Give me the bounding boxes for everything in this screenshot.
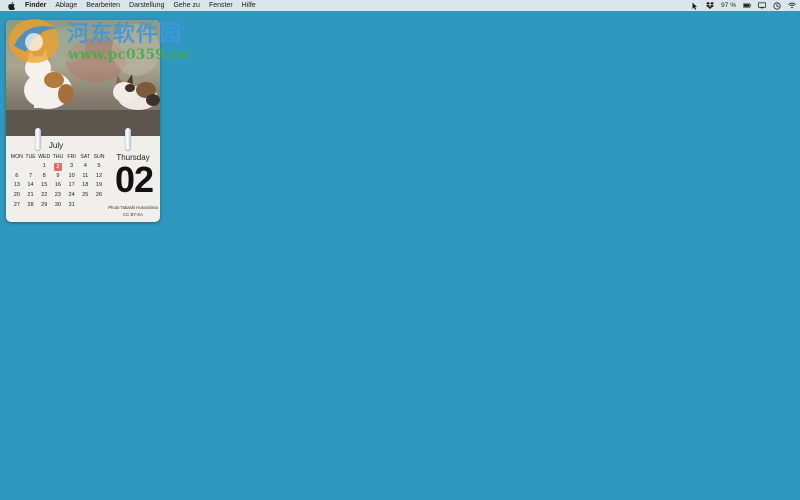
day-cell: 1 — [42, 163, 46, 169]
photo-credit-license: CC BY-SA — [123, 212, 143, 217]
day-cell: 29 — [41, 201, 48, 208]
weekday-label: FRI — [67, 154, 76, 160]
week-row: 13 14 15 16 17 18 19 — [10, 181, 107, 191]
menu-ablage[interactable]: Ablage — [55, 0, 77, 11]
day-cell — [78, 201, 92, 211]
day-cell: 12 — [95, 172, 103, 179]
weekday-label: MON — [10, 154, 23, 160]
day-cell: 9 — [56, 172, 60, 179]
day-cell: 14 — [27, 182, 34, 189]
day-cell: 31 — [68, 201, 75, 208]
menu-fenster[interactable]: Fenster — [209, 0, 233, 11]
calendar-widget[interactable]: July MON TUE WED THU FRI SAT SUN 1 2 3 4… — [6, 20, 160, 222]
cat-photo — [6, 20, 160, 136]
menu-bar: Finder Ablage Bearbeiten Darstellung Geh… — [0, 0, 800, 11]
photo-credit-author: Photo Takashi Hososhima — [108, 205, 158, 210]
battery-icon[interactable] — [743, 2, 751, 10]
day-cell: 7 — [28, 172, 33, 179]
day-cell: 25 — [82, 192, 89, 199]
day-cell: 20 — [13, 192, 20, 199]
battery-percentage: 97 % — [721, 2, 736, 9]
month-title: July — [48, 141, 64, 150]
weekday-label: WED — [38, 154, 51, 160]
day-cell: 5 — [97, 163, 101, 169]
today-cell: 2 — [54, 162, 62, 172]
menu-app-finder[interactable]: Finder — [25, 0, 46, 11]
month-grid: MON TUE WED THU FRI SAT SUN 1 2 3 4 5 6 … — [10, 153, 107, 210]
day-cell: 27 — [13, 201, 20, 208]
day-cell: 26 — [95, 192, 103, 199]
week-row: 1 2 3 4 5 — [10, 162, 107, 172]
photo-credit: Photo Takashi Hososhima CC BY-SA — [106, 204, 160, 218]
menu-bearbeiten[interactable]: Bearbeiten — [86, 0, 120, 11]
day-cell: 28 — [27, 201, 34, 208]
day-cell: 18 — [82, 182, 89, 189]
day-cell: 15 — [41, 182, 48, 189]
weekday-label: SAT — [80, 154, 91, 160]
day-cell: 21 — [27, 192, 34, 199]
day-cell: 6 — [15, 172, 19, 179]
day-cell: 23 — [54, 192, 62, 199]
current-day-number: 02 — [114, 159, 154, 200]
display-icon[interactable] — [758, 2, 766, 10]
weekday-header: MON TUE WED THU FRI SAT SUN — [10, 153, 107, 162]
day-cell: 16 — [54, 182, 62, 189]
menu-gehe-zu[interactable]: Gehe zu — [173, 0, 199, 11]
day-cell — [10, 162, 24, 172]
cursor-icon[interactable] — [691, 2, 699, 10]
week-row: 20 21 22 23 24 25 26 — [10, 191, 107, 201]
day-cell: 22 — [41, 192, 48, 199]
day-cell: 13 — [13, 182, 20, 189]
day-cell: 30 — [54, 201, 62, 208]
day-cell — [24, 162, 38, 172]
week-row: 27 28 29 30 31 — [10, 201, 107, 211]
day-cell: 8 — [42, 172, 46, 179]
day-cell: 11 — [82, 172, 89, 179]
day-cell: 19 — [95, 182, 103, 189]
day-cell: 17 — [68, 182, 75, 189]
dropbox-icon[interactable] — [706, 2, 715, 10]
menu-darstellung[interactable]: Darstellung — [129, 0, 164, 11]
menu-hilfe[interactable]: Hilfe — [242, 0, 256, 11]
weekday-label: TUE — [25, 154, 36, 160]
day-cell — [92, 201, 106, 211]
day-cell: 10 — [68, 172, 75, 179]
day-cell: 3 — [70, 163, 74, 169]
time-machine-icon[interactable] — [773, 1, 781, 10]
day-cell: 4 — [83, 163, 87, 169]
weekday-label: THU — [52, 154, 64, 160]
wifi-icon[interactable] — [788, 2, 796, 10]
weekday-label: SUN — [93, 154, 105, 160]
apple-menu-icon[interactable] — [8, 1, 15, 10]
day-cell: 24 — [68, 192, 75, 199]
binder-ring-right — [125, 128, 131, 150]
week-row: 6 7 8 9 10 11 12 — [10, 172, 107, 182]
